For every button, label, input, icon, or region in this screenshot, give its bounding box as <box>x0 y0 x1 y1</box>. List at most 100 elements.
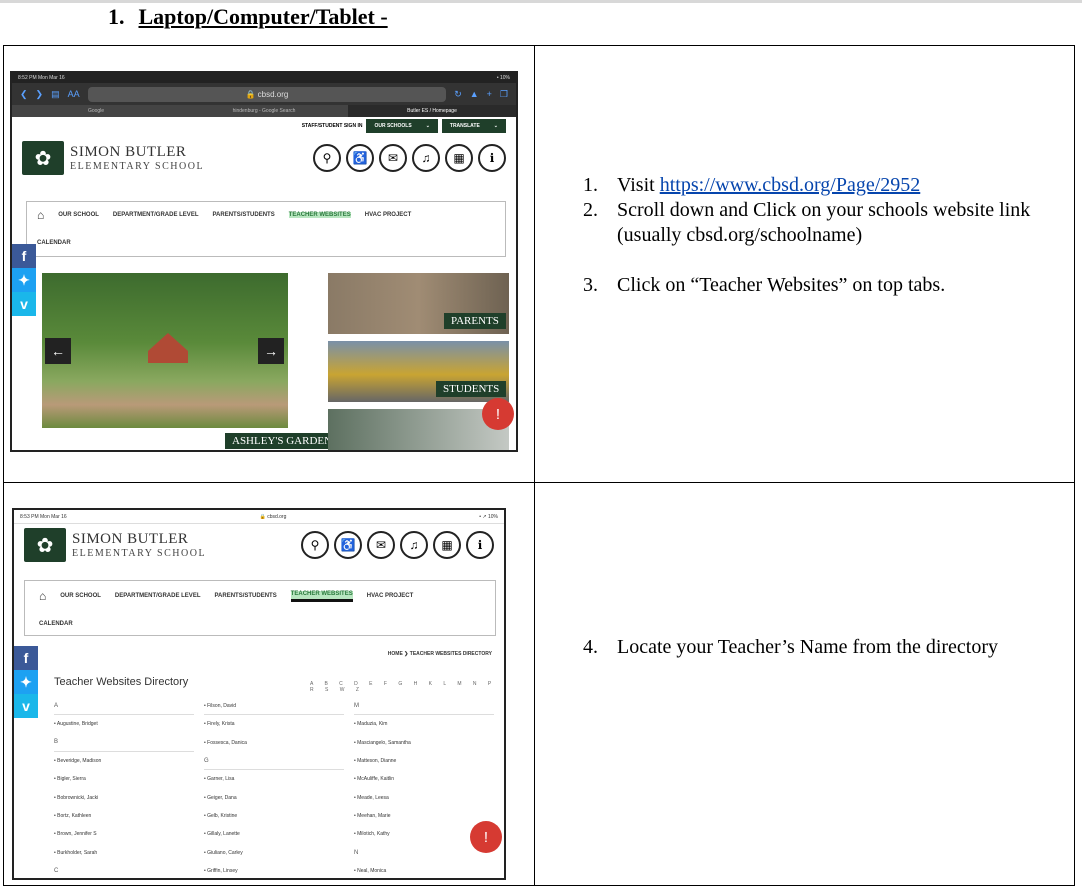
tab-google: Google <box>87 108 105 114</box>
school-subtitle: ELEMENTARY SCHOOL <box>70 161 205 172</box>
breadcrumb: HOME ❯ TEACHER WEBSITES DIRECTORY <box>387 651 492 657</box>
calendar-icon: ▦ <box>445 144 473 172</box>
home-icon: ⌂ <box>39 589 47 603</box>
step-number: 4. <box>583 636 598 658</box>
list-item: • Filson, David <box>204 697 344 716</box>
list-item: • Bortz, Kathleen <box>54 812 92 819</box>
status-time: 8:52 PM Mon Mar 16 <box>18 75 65 81</box>
steps-list: 1. Visit https://www.cbsd.org/Page/2952 … <box>583 173 1047 298</box>
table-row: 8:53 PM Mon Mar 16 🔒 cbsd.org • ↗ 10% ✿ … <box>3 482 1075 886</box>
gazebo-shape <box>148 333 188 363</box>
step-text: Locate your Teacher’s Name from the dire… <box>617 636 999 658</box>
twitter-icon: ✦ <box>14 670 38 694</box>
site-header: ✿ SIMON BUTLER ELEMENTARY SCHOOL ⚲ ♿ ✉ ♫… <box>14 524 504 562</box>
browser-tabs: Google hindenburg - Google Search Butler… <box>12 105 516 117</box>
list-item: • Gelb, Kristine <box>204 812 238 819</box>
step-text: Click on “Teacher Websites” on top tabs. <box>617 274 946 296</box>
vimeo-icon: v <box>14 694 38 718</box>
twitter-icon: ✦ <box>12 268 36 292</box>
alert-icon: ! <box>470 821 502 853</box>
address-bar: 🔒 cbsd.org <box>87 86 447 102</box>
alphabet-index: A B C D E F G H K L M N P R S W Z <box>310 681 497 693</box>
translate-menu: TRANSLATE ⌄ <box>441 119 506 133</box>
bell-icon: ♫ <box>400 531 428 559</box>
tab-search: hindenburg - Google Search <box>232 108 296 114</box>
step-text: Visit https://www.cbsd.org/Page/2952 <box>617 173 920 198</box>
tab-butler: Butler ES / Homepage <box>348 105 516 117</box>
chevron-down-icon: ⌄ <box>493 123 498 129</box>
chevron-down-icon: ⌄ <box>425 123 430 129</box>
list-item: 1. Visit https://www.cbsd.org/Page/2952 <box>583 173 1047 198</box>
garden-caption: ASHLEY'S GARDEN <box>225 433 340 449</box>
calendar-icon: ▦ <box>433 531 461 559</box>
accessibility-icon: ♿ <box>346 144 374 172</box>
bookmarks-icon: ▤ <box>51 88 60 99</box>
info-icon: ℹ <box>478 144 506 172</box>
site-top-nav: STAFF/STUDENT SIGN IN OUR SCHOOLS ⌄ TRANS… <box>12 117 516 135</box>
school-logo: ✿ SIMON BUTLER ELEMENTARY SCHOOL <box>24 528 206 562</box>
directory-column-3: M • Maduzia, Kim • Masciangelo, Samantha… <box>354 697 494 878</box>
vimeo-icon: v <box>12 292 36 316</box>
tabs-icon: ❐ <box>499 88 508 99</box>
list-item: • McAuliffe, Kaitlin <box>354 776 395 783</box>
heading-number: 1. <box>108 4 125 29</box>
header-icons: ⚲ ♿ ✉ ♫ ▦ ℹ <box>301 531 494 559</box>
share-icon: ▲ <box>469 89 479 99</box>
menu-hvac: HVAC PROJECT <box>366 593 414 599</box>
letter-header: A <box>54 697 194 716</box>
directory-title: Teacher Websites Directory <box>54 676 189 688</box>
step-text-prefix: Visit <box>617 174 660 196</box>
garden-photo: ← → <box>42 273 288 428</box>
arrow-right-icon: → <box>258 338 284 364</box>
table-row: 8:52 PM Mon Mar 16 • 10% ❮ ❯ ▤ AA 🔒 cbsd… <box>3 45 1075 483</box>
menu-teacher-websites: TEACHER WEBSITES <box>290 590 353 602</box>
tablet-screenshot-homepage: 8:52 PM Mon Mar 16 • 10% ❮ ❯ ▤ AA 🔒 cbsd… <box>10 71 518 452</box>
letter-header: C <box>54 867 59 874</box>
search-icon: ⚲ <box>313 144 341 172</box>
bell-icon: ♫ <box>412 144 440 172</box>
parents-tile-label: PARENTS <box>444 313 506 329</box>
tablet-screenshot-directory: 8:53 PM Mon Mar 16 🔒 cbsd.org • ↗ 10% ✿ … <box>12 508 506 880</box>
mail-icon: ✉ <box>367 531 395 559</box>
menu-row: ⌂ OUR SCHOOL DEPARTMENT/GRADE LEVEL PARE… <box>37 208 495 222</box>
our-schools-label: OUR SCHOOLS <box>374 123 412 129</box>
menu-row: ⌂ OUR SCHOOL DEPARTMENT/GRADE LEVEL PARE… <box>39 589 481 603</box>
list-item: • Brown, Jennifer S <box>54 831 97 838</box>
school-directory-link[interactable]: https://www.cbsd.org/Page/2952 <box>660 174 921 196</box>
header-icons: ⚲ ♿ ✉ ♫ ▦ ℹ <box>313 144 506 172</box>
new-tab-icon: + <box>486 89 492 99</box>
status-time: 8:53 PM Mon Mar 16 <box>20 513 67 520</box>
list-item: • Meade, Leesa <box>354 794 389 801</box>
menu-calendar: CALENDAR <box>39 621 73 627</box>
school-subtitle: ELEMENTARY SCHOOL <box>72 548 207 559</box>
main-menu: ⌂ OUR SCHOOL DEPARTMENT/GRADE LEVEL PARE… <box>24 580 496 636</box>
facebook-icon: f <box>12 244 36 268</box>
forward-icon: ❯ <box>35 88 44 99</box>
step-text: Scroll down and Click on your schools we… <box>617 199 1031 246</box>
mail-icon: ✉ <box>379 144 407 172</box>
list-item: • Matteson, Dianne <box>354 758 397 765</box>
list-item: • Giuliano, Carley <box>204 849 243 856</box>
list-item: • Garner, Lisa <box>204 776 235 783</box>
battery-indicator: • 10% <box>496 75 510 81</box>
screenshot-cell: 8:53 PM Mon Mar 16 🔒 cbsd.org • ↗ 10% ✿ … <box>3 482 535 886</box>
address-bar: 🔒 cbsd.org <box>259 513 287 520</box>
list-item: • Gillaly, Lanette <box>204 831 240 838</box>
menu-parents-students: PARENTS/STUDENTS <box>212 212 275 218</box>
steps-list: 4. Locate your Teacher’s Name from the d… <box>583 635 998 660</box>
step-number: 2. <box>583 199 598 221</box>
site-header: ✿ SIMON BUTLER ELEMENTARY SCHOOL ⚲ ♿ ✉ ♫… <box>12 135 516 175</box>
step-number: 3. <box>583 274 598 296</box>
menu-department: DEPARTMENT/GRADE LEVEL <box>112 212 199 218</box>
back-icon: ❮ <box>20 88 28 99</box>
paw-icon: ✿ <box>24 528 66 562</box>
directory-column-1: A • Augustine, Bridget B • Beveridge, Ma… <box>54 697 194 878</box>
list-item: • Firely, Krista <box>204 721 235 728</box>
instruction-table: 8:52 PM Mon Mar 16 • 10% ❮ ❯ ▤ AA 🔒 cbsd… <box>3 45 1075 886</box>
school-logo: ✿ SIMON BUTLER ELEMENTARY SCHOOL <box>22 141 204 175</box>
arrow-left-icon: ← <box>45 338 71 364</box>
list-item: • Meehan, Marie <box>354 812 391 819</box>
menu-calendar: CALENDAR <box>37 240 71 246</box>
list-item: • Bigler, Sierra <box>54 776 86 783</box>
status-bar: 8:53 PM Mon Mar 16 🔒 cbsd.org • ↗ 10% <box>14 510 504 524</box>
